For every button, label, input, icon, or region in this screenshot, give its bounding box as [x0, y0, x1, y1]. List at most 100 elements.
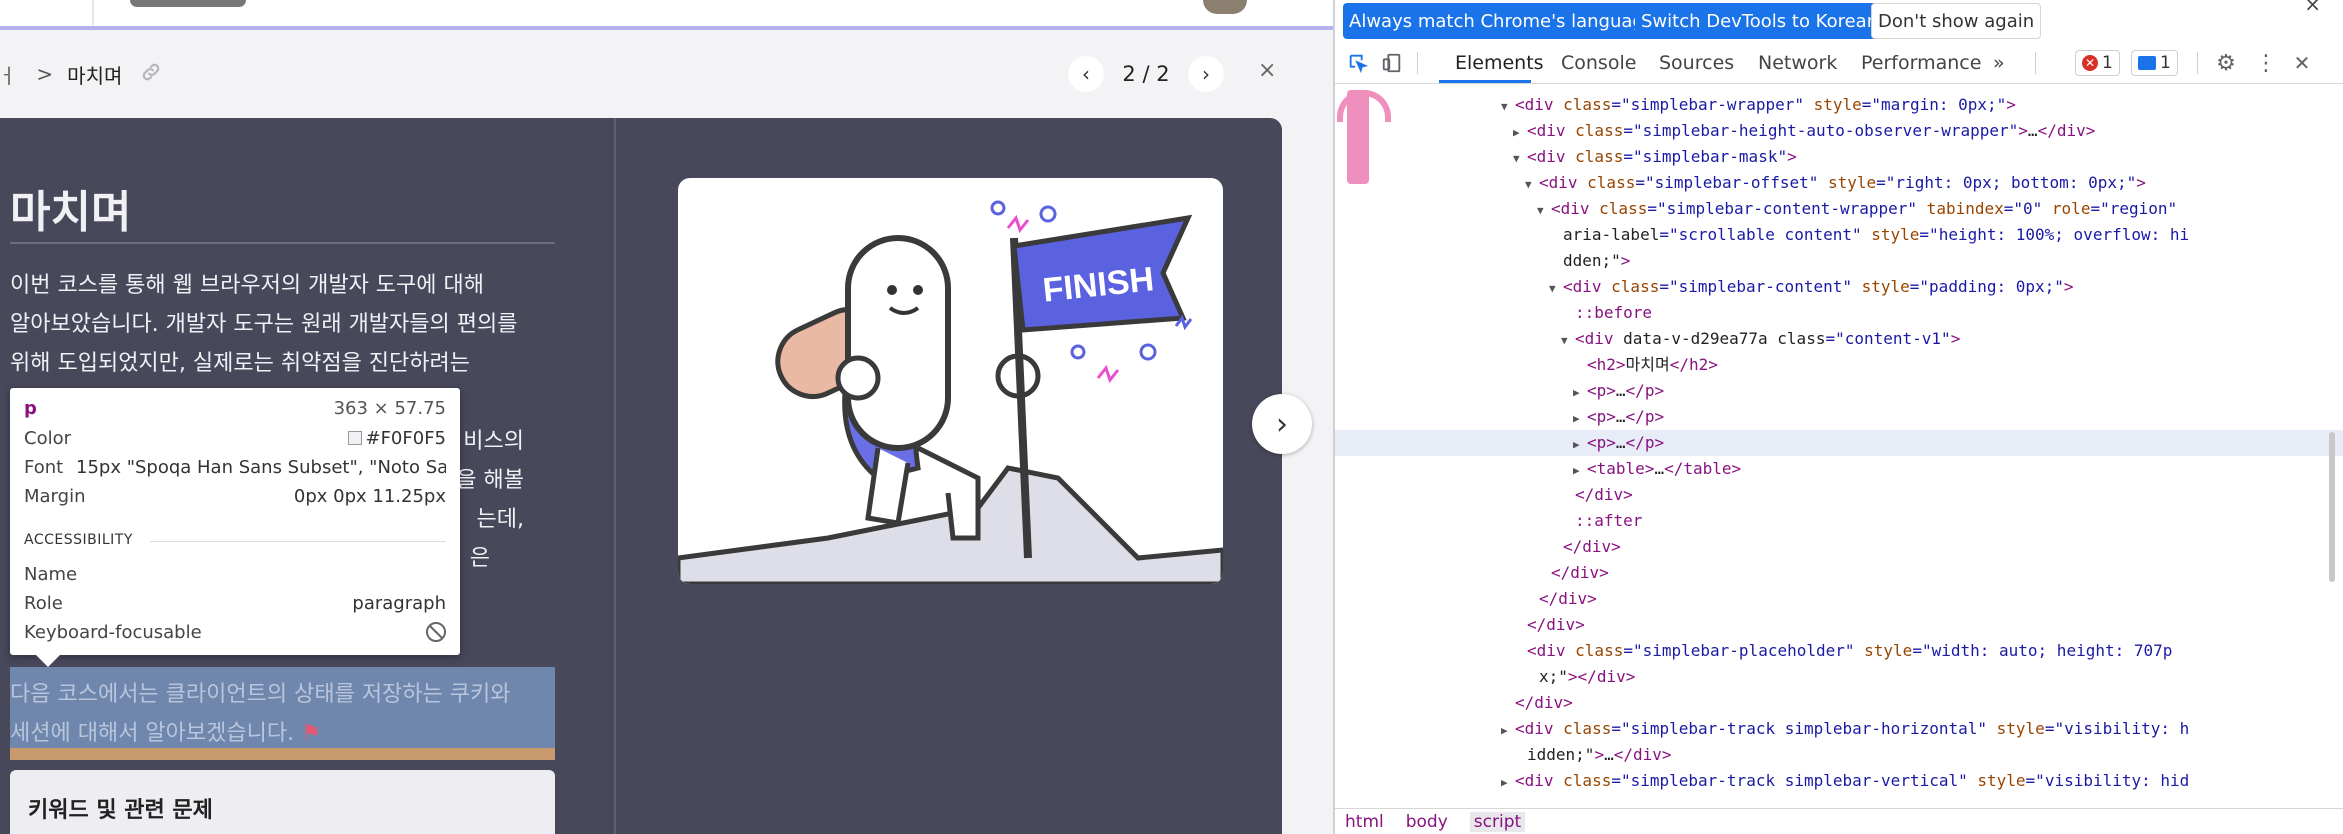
dom-tree-node[interactable]: ▶ <p>…</p> — [1335, 378, 2343, 404]
dom-tree-node[interactable]: <div class="simplebar-placeholder" style… — [1335, 638, 2343, 664]
expand-triangle-icon[interactable]: ▼ — [1501, 94, 1515, 120]
dom-tree-node[interactable]: dden;"> — [1335, 248, 2343, 274]
dom-tree-node[interactable]: ::after — [1335, 508, 2343, 534]
dom-tree-node[interactable]: <h2>마치며</h2> — [1335, 352, 2343, 378]
expand-triangle-icon[interactable]: ▶ — [1573, 406, 1587, 432]
dont-show-again-button[interactable]: Don't show again — [1871, 3, 2042, 39]
header-pill[interactable] — [130, 0, 246, 7]
inspect-element-icon[interactable] — [1345, 50, 1371, 76]
dom-node-markup: </div> — [1575, 484, 1633, 504]
dom-tree-node[interactable]: ▶ <table>…</table> — [1335, 456, 2343, 482]
dom-tree-node[interactable]: idden;">…</div> — [1335, 742, 2343, 768]
settings-gear-icon[interactable]: ⚙ — [2213, 50, 2239, 76]
match-language-button[interactable]: Always match Chrome's language — [1343, 3, 1661, 39]
dom-node-markup: </div> — [1527, 614, 1585, 634]
dom-tree-node[interactable]: </div> — [1335, 586, 2343, 612]
accessibility-heading: ACCESSIBILITY — [24, 532, 133, 548]
close-lesson-button[interactable]: × — [1258, 58, 1276, 83]
kebab-menu-icon[interactable]: ⋮ — [2253, 50, 2279, 76]
lesson-pager: ‹ 2 / 2 › — [1068, 56, 1224, 92]
error-count-badge[interactable]: ✕ 1 — [2075, 50, 2120, 76]
dom-tree-node[interactable]: ::before — [1335, 300, 2343, 326]
tooltip-focus-row: Keyboard-focusable — [24, 622, 446, 643]
tooltip-size: 363 × 57.75 — [333, 398, 446, 419]
dom-tree-node[interactable]: </div> — [1335, 612, 2343, 638]
dom-node-markup: idden;">…</div> — [1527, 744, 1672, 764]
expand-triangle-icon[interactable]: ▼ — [1549, 276, 1563, 302]
expand-triangle-icon[interactable]: ▶ — [1501, 718, 1515, 744]
dom-tree-node[interactable]: ▼ <div class="simplebar-wrapper" style="m… — [1335, 92, 2343, 118]
dom-tree-node[interactable]: ▶ <div class="simplebar-height-auto-obser… — [1335, 118, 2343, 144]
tab-performance[interactable]: Performance — [1861, 52, 1981, 74]
next-page-button[interactable]: › — [1188, 56, 1224, 92]
dom-node-markup: <div class="simplebar-content" style="pa… — [1563, 276, 2074, 296]
tree-scrollbar[interactable] — [2329, 432, 2335, 582]
tooltip-color-row: Color #F0F0F5 — [24, 428, 446, 449]
message-count-badge[interactable]: 1 — [2131, 50, 2178, 76]
breadcrumb-script[interactable]: script — [1469, 811, 1526, 832]
infobar-close-icon[interactable]: × — [2304, 0, 2321, 16]
switch-language-button[interactable]: Switch DevTools to Korean — [1635, 3, 1885, 39]
dom-node-markup: <div class="simplebar-placeholder" style… — [1527, 640, 2173, 660]
breadcrumb-prev[interactable]: ㅓ — [0, 60, 16, 89]
tab-sources[interactable]: Sources — [1659, 52, 1734, 74]
dom-tree-node[interactable]: ▼ <div data-v-d29ea77a class="content-v1"… — [1335, 326, 2343, 352]
tooltip-header: p 363 × 57.75 — [24, 398, 446, 419]
dom-tree-node[interactable]: ▼ <div class="simplebar-mask"> — [1335, 144, 2343, 170]
next-slide-button[interactable]: › — [1252, 394, 1312, 454]
tooltip-label: Color — [24, 428, 71, 449]
dom-node-markup: <div class="simplebar-track simplebar-ve… — [1515, 770, 2190, 790]
close-devtools-icon[interactable]: ✕ — [2289, 50, 2315, 76]
tab-elements[interactable]: Elements — [1455, 52, 1544, 74]
chevron-right-icon: › — [1202, 62, 1210, 86]
dom-node-markup: <div class="simplebar-height-auto-observ… — [1527, 120, 2096, 140]
highlighted-paragraph: 다음 코스에서는 클라이언트의 상태를 저장하는 쿠키와 세션에 대해서 알아보… — [10, 667, 555, 760]
more-tabs-icon[interactable]: » — [1993, 52, 2005, 74]
dom-tree-node[interactable]: ▶ <p>…</p> — [1335, 404, 2343, 430]
tooltip-value: 15px "Spoqa Han Sans Subset", "Noto Sa..… — [76, 457, 446, 478]
avatar[interactable] — [1203, 0, 1247, 14]
dom-tree-node[interactable]: ▼ <div class="simplebar-content" style="p… — [1335, 274, 2343, 300]
dom-node-markup: <div data-v-d29ea77a class="content-v1"> — [1575, 328, 1961, 348]
tooltip-value: 0px 0px 11.25px — [293, 486, 446, 507]
device-toggle-icon[interactable] — [1379, 50, 1405, 76]
dom-tree-node[interactable]: ▶ <div class="simplebar-track simplebar-v… — [1335, 768, 2343, 794]
language-infobar: Always match Chrome's language Switch De… — [1335, 0, 2343, 42]
dom-node-markup: <table>…</table> — [1587, 458, 1742, 478]
prev-page-button[interactable]: ‹ — [1068, 56, 1104, 92]
dom-tree-node[interactable]: x;"></div> — [1335, 664, 2343, 690]
expand-triangle-icon[interactable]: ▼ — [1561, 328, 1575, 354]
dom-tree-node[interactable]: aria-label="scrollable content" style="h… — [1335, 222, 2343, 248]
link-icon[interactable] — [140, 61, 162, 88]
dom-tree-node[interactable]: </div> — [1335, 560, 2343, 586]
dom-node-markup: <p>…</p> — [1587, 432, 1665, 452]
dom-tree-node[interactable]: </div> — [1335, 690, 2343, 716]
expand-triangle-icon[interactable]: ▶ — [1573, 432, 1587, 458]
dom-tree-node[interactable]: ▼ <div class="simplebar-offset" style="ri… — [1335, 170, 2343, 196]
dom-tree-node[interactable]: </div> — [1335, 534, 2343, 560]
dom-node-markup: </div> — [1539, 588, 1597, 608]
expand-triangle-icon[interactable]: ▶ — [1573, 380, 1587, 406]
dom-tree-node[interactable]: ▶ <p>…</p> — [1335, 429, 2343, 458]
breadcrumb-html[interactable]: html — [1345, 812, 1384, 832]
tab-network[interactable]: Network — [1758, 52, 1837, 74]
expand-triangle-icon[interactable]: ▼ — [1513, 146, 1527, 172]
expand-triangle-icon[interactable]: ▼ — [1525, 172, 1539, 198]
expand-triangle-icon[interactable]: ▶ — [1513, 120, 1527, 146]
tab-console[interactable]: Console — [1561, 52, 1636, 74]
paragraph-line: 이번 코스를 통해 웹 브라우저의 개발자 도구에 대해 — [10, 273, 484, 298]
dom-tree-node[interactable]: ▶ <div class="simplebar-track simplebar-h… — [1335, 716, 2343, 742]
dom-node-markup: <p>…</p> — [1587, 406, 1665, 426]
tooltip-name-row: Name — [24, 564, 446, 585]
dom-tree-node[interactable]: </div> — [1335, 482, 2343, 508]
elements-breadcrumb-bar: html body script — [1335, 808, 2343, 834]
expand-triangle-icon[interactable]: ▶ — [1573, 458, 1587, 484]
tooltip-margin-row: Margin 0px 0px 11.25px — [24, 486, 446, 507]
breadcrumb-body[interactable]: body — [1406, 812, 1448, 832]
tooltip-label: Role — [24, 593, 63, 614]
tooltip-value: #F0F0F5 — [347, 428, 446, 449]
dom-tree-node[interactable]: ▼ <div class="simplebar-content-wrapper" … — [1335, 196, 2343, 222]
expand-triangle-icon[interactable]: ▶ — [1501, 770, 1515, 796]
title-underline — [10, 242, 555, 244]
expand-triangle-icon[interactable]: ▼ — [1537, 198, 1551, 224]
